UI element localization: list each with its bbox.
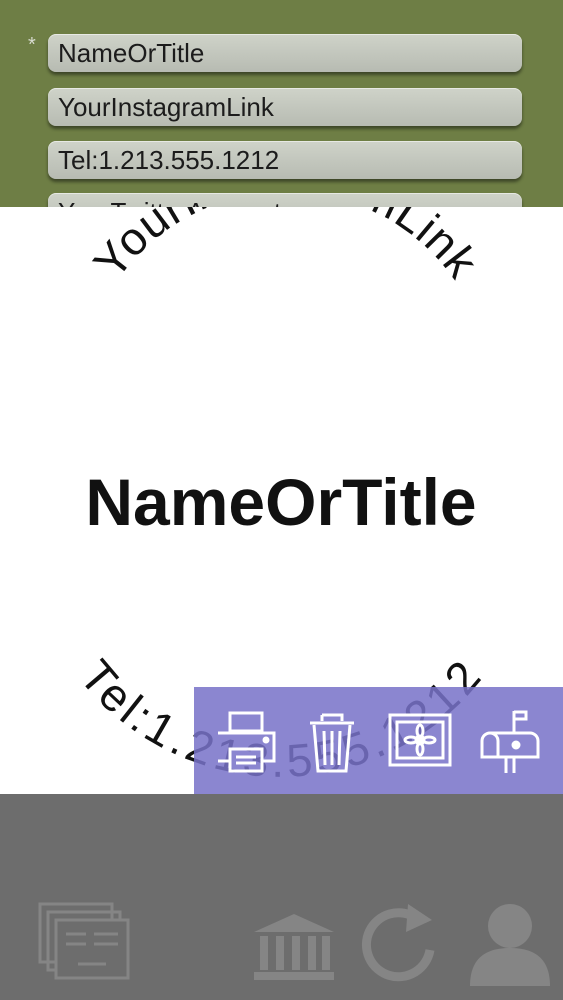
bottom-tab-bar xyxy=(0,794,563,1000)
twitter-field[interactable]: YourTwitterAccount xyxy=(48,193,522,207)
refresh-icon xyxy=(361,904,435,982)
stamp-frame-icon xyxy=(388,713,452,767)
tab-documents[interactable] xyxy=(38,902,130,987)
name-field[interactable]: NameOrTitle xyxy=(48,34,522,72)
tab-bank[interactable] xyxy=(252,912,336,987)
mailbox-icon xyxy=(480,710,540,773)
documents-icon xyxy=(38,902,130,980)
stamp-top-arc-text: YourInstagramLink xyxy=(83,207,489,288)
stamp-style-button[interactable] xyxy=(386,707,454,775)
stamp-form: * NameOrTitle YourInstagramLink Tel:1.21… xyxy=(0,0,563,207)
bank-icon xyxy=(254,914,334,980)
tab-refresh[interactable] xyxy=(356,902,442,993)
phone-field[interactable]: Tel:1.213.555.1212 xyxy=(48,141,522,179)
printer-icon xyxy=(218,711,276,773)
stamp-center-text: NameOrTitle xyxy=(85,465,476,539)
mail-button[interactable] xyxy=(476,707,544,775)
instagram-field[interactable]: YourInstagramLink xyxy=(48,88,522,126)
profile-icon xyxy=(470,904,550,986)
delete-button[interactable] xyxy=(298,707,366,775)
trash-icon xyxy=(310,713,354,773)
tab-profile[interactable] xyxy=(466,902,554,991)
required-mark: * xyxy=(28,34,36,56)
stamp-action-bar xyxy=(194,687,563,794)
print-button[interactable] xyxy=(212,707,280,775)
